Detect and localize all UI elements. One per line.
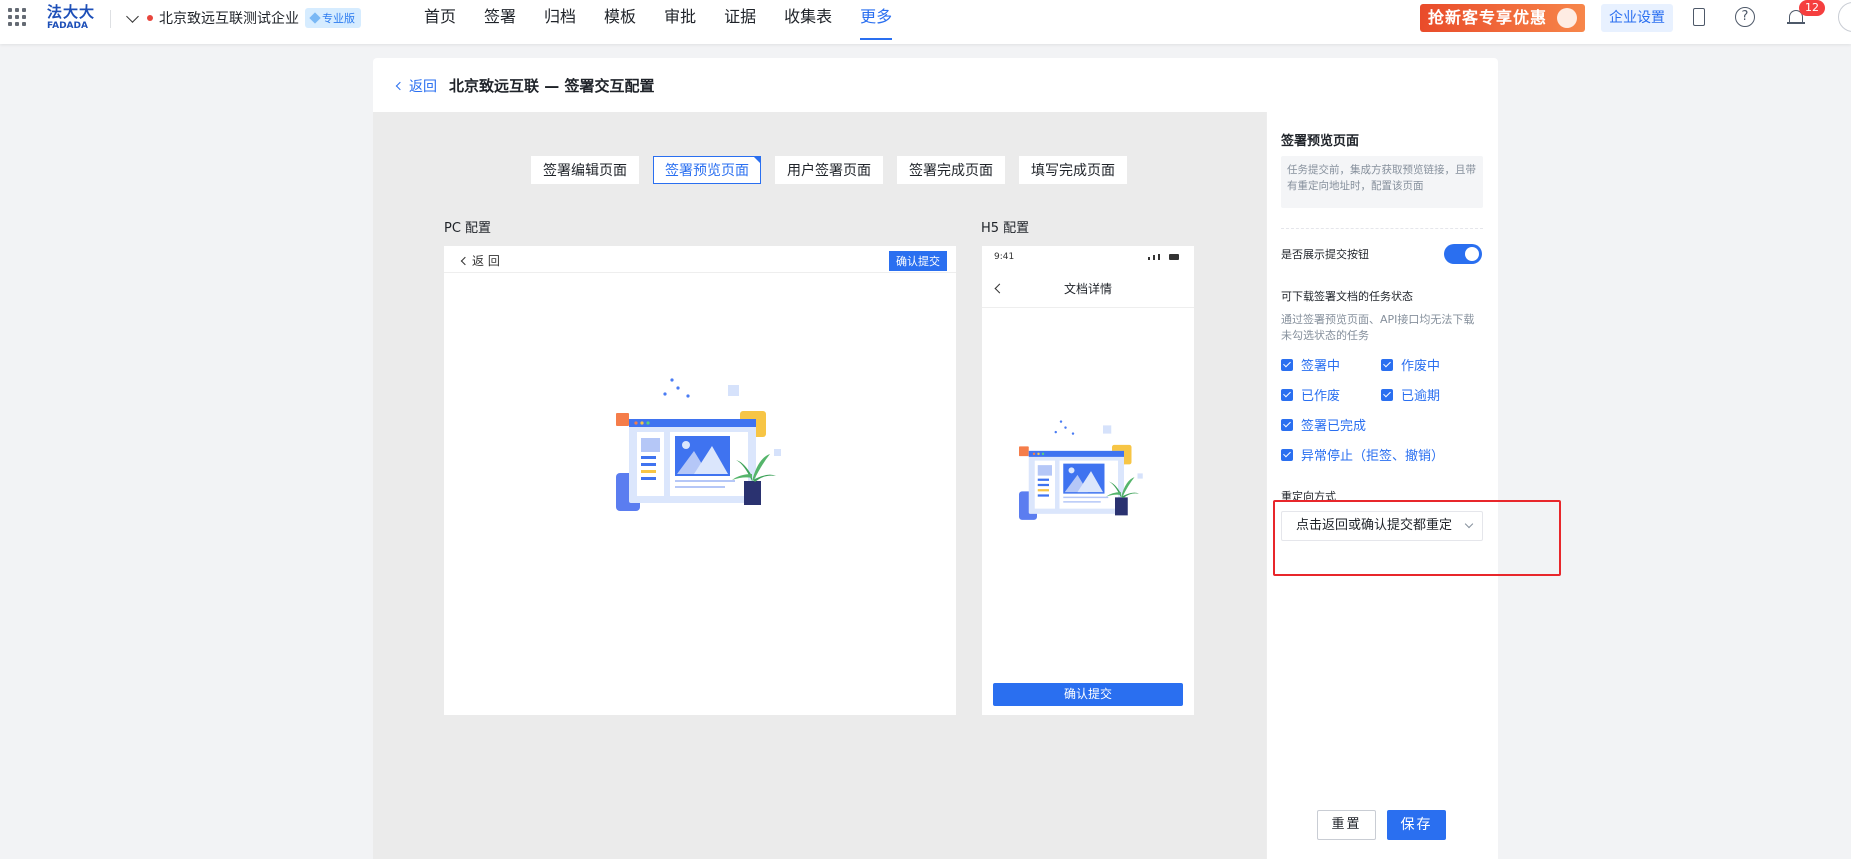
promo-banner[interactable]: 抢新客专享优惠 [1420,4,1585,32]
pc-config-label: PC 配置 [444,221,492,236]
status-dot [147,15,153,21]
pc-confirm-submit-button: 确认提交 [889,251,947,271]
status-checkbox-label: 签署已完成 [1301,419,1367,434]
plan-badge: 专业版 [305,8,361,28]
divider [1281,228,1483,229]
checkbox-checked-icon [1281,388,1293,401]
tab-sign-edit[interactable]: 签署编辑页面 [531,156,639,184]
status-checkbox-completed[interactable]: 签署已完成 [1281,415,1366,434]
settings-section-tip: 任务提交前，集成方获取预览链接，且带有重定向地址时，配置该页面 [1281,156,1483,208]
status-checkbox-label: 已作废 [1301,389,1341,404]
status-checkbox-label: 签署中 [1301,359,1341,374]
status-checkbox-overdue[interactable]: 已逾期 [1381,385,1440,404]
h5-status-time: 9:41 [994,252,1015,262]
company-name: 北京致远互联测试企业 [159,11,299,27]
reset-button[interactable]: 重置 [1317,810,1376,840]
avatar[interactable] [1838,2,1851,32]
nav-item-collect-form[interactable]: 收集表 [770,0,846,40]
enterprise-settings-button[interactable]: 企业设置 [1601,4,1673,32]
h5-status-bar: 9:41 [982,246,1194,266]
signal-battery-icon [1148,254,1182,260]
download-status-title: 可下载签署文档的任务状态 [1281,290,1413,303]
pc-preview-frame: 返 回 确认提交 [444,246,956,715]
back-label: 返回 [409,79,437,95]
status-checkbox-label: 已逾期 [1401,389,1441,404]
chevron-left-icon [460,256,470,265]
promo-label: 抢新客专享优惠 [1428,8,1548,27]
tab-sign-preview[interactable]: 签署预览页面 [653,156,761,184]
diamond-icon [309,12,321,24]
status-checkbox-label: 作废中 [1401,359,1441,374]
nav-item-approval[interactable]: 审批 [650,0,710,40]
logo-en-text: FADADA [47,21,88,31]
back-link[interactable]: 返回 [395,76,437,96]
nav-item-sign[interactable]: 签署 [470,0,530,40]
pc-preview-header: 返 回 确认提交 [444,246,956,273]
hand-pointer-icon [1557,8,1577,28]
mobile-icon[interactable] [1693,8,1705,26]
divider [110,10,111,28]
show-submit-toggle[interactable] [1444,244,1482,264]
settings-panel [1266,112,1498,859]
main-nav: 首页 签署 归档 模板 审批 证据 收集表 更多 [410,0,906,40]
fadada-logo[interactable]: 法大大 FADADA [47,5,95,31]
top-bar: 法大大 FADADA 北京致远互联测试企业 专业版 首页 签署 归档 模板 审批… [0,0,1851,44]
checkbox-checked-icon [1281,448,1293,461]
tab-sign-complete[interactable]: 签署完成页面 [897,156,1005,184]
pc-back-label: 返 回 [472,254,500,268]
download-status-tip: 通过签署预览页面、API接口均无法下载未勾选状态的任务 [1281,313,1475,342]
status-checkbox-voided[interactable]: 已作废 [1281,385,1340,404]
checkbox-checked-icon [1381,358,1393,371]
page-title: 北京致远互联 — 签署交互配置 [449,77,655,95]
company-switcher[interactable]: 北京致远互联测试企业 专业版 [124,8,361,28]
chevron-left-icon [395,81,405,91]
h5-config-label: H5 配置 [981,221,1030,236]
h5-confirm-submit-button: 确认提交 [993,683,1183,706]
checkbox-checked-icon [1281,418,1293,431]
nav-item-more[interactable]: 更多 [846,0,906,40]
nav-item-evidence[interactable]: 证据 [710,0,770,40]
document-illustration [1019,420,1143,520]
tab-user-sign[interactable]: 用户签署页面 [775,156,883,184]
checkbox-checked-icon [1381,388,1393,401]
status-checkbox-signing[interactable]: 签署中 [1281,355,1340,374]
status-checkbox-abnormal-stop[interactable]: 异常停止（拒签、撤销） [1281,445,1444,464]
show-submit-label: 是否展示提交按钮 [1281,248,1369,261]
toggle-knob [1465,247,1479,261]
checkbox-checked-icon [1281,358,1293,371]
tab-fill-complete[interactable]: 填写完成页面 [1019,156,1127,184]
page-tabs: 签署编辑页面 签署预览页面 用户签署页面 签署完成页面 填写完成页面 [531,156,1127,184]
help-icon[interactable]: ? [1735,7,1755,27]
nav-item-template[interactable]: 模板 [590,0,650,40]
document-illustration [616,378,781,511]
nav-item-home[interactable]: 首页 [410,0,470,40]
app-grid-icon[interactable] [8,8,26,26]
highlight-annotation [1273,500,1561,576]
status-checkbox-voiding[interactable]: 作废中 [1381,355,1440,374]
chevron-down-icon [126,9,139,23]
logo-cn-text: 法大大 [47,3,96,21]
status-checkbox-label: 异常停止（拒签、撤销） [1301,449,1445,464]
save-button[interactable]: 保存 [1387,810,1446,840]
h5-nav-bar: 文档详情 [982,274,1194,308]
notification-count-badge: 12 [1799,0,1825,16]
plan-badge-label: 专业版 [322,12,355,25]
settings-section-title: 签署预览页面 [1281,134,1360,149]
h5-page-title: 文档详情 [1063,282,1112,296]
h5-preview-frame: 9:41 文档详情 确认提交 [982,246,1194,715]
nav-item-archive[interactable]: 归档 [530,0,590,40]
pc-preview-back: 返 回 [460,252,500,269]
